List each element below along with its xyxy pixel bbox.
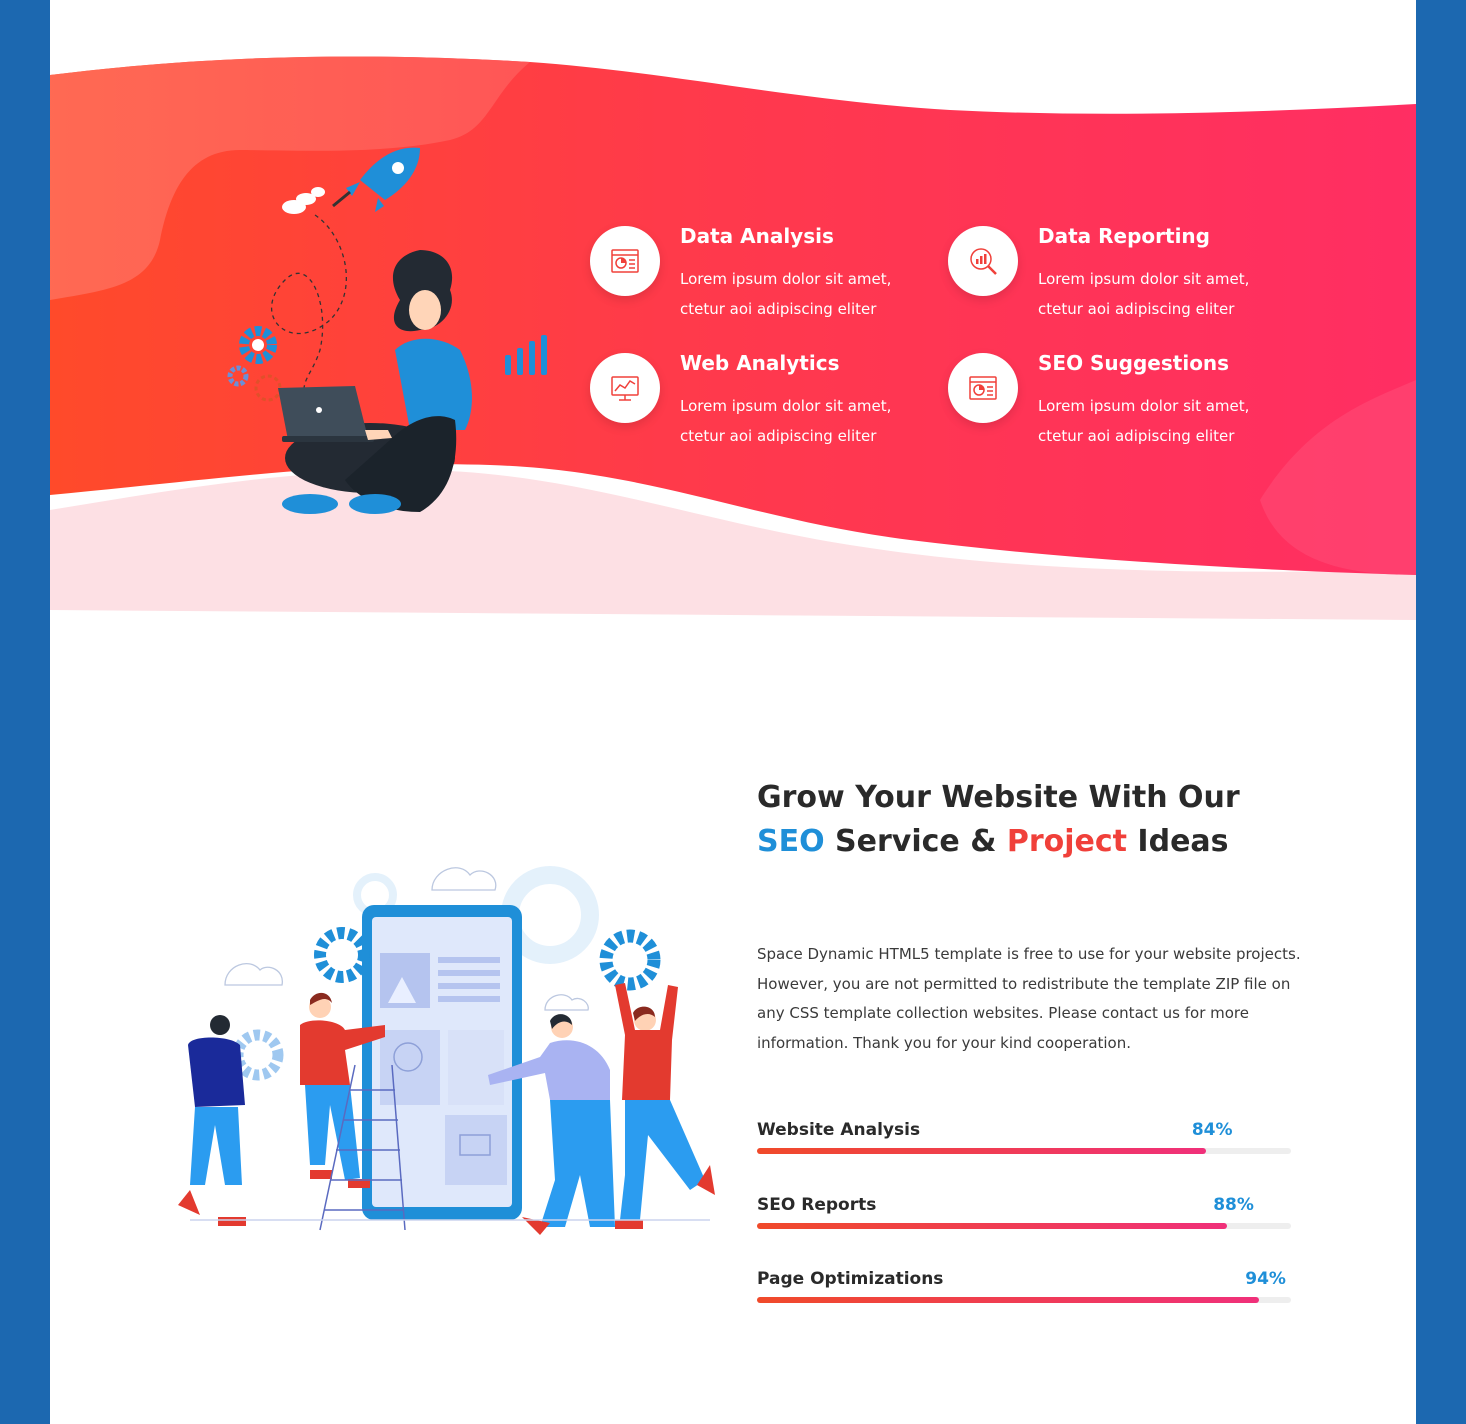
- bar-chart-icon: [505, 335, 547, 375]
- team-phone-illustration: [178, 866, 715, 1235]
- feature-icon-circle: [590, 226, 660, 296]
- feature-title: Web Analytics: [680, 351, 840, 375]
- gear-icon: [227, 326, 282, 402]
- page-content: Data Analysis Lorem ipsum dolor sit amet…: [50, 0, 1416, 1424]
- heading-seo-highlight: SEO: [757, 824, 825, 859]
- feature-title: Data Analysis: [680, 224, 834, 248]
- skill-percent: 84%: [1191, 1120, 1233, 1140]
- feature-data-reporting: Data Reporting Lorem ipsum dolor sit ame…: [948, 224, 1268, 336]
- progress-fill: [757, 1297, 1259, 1303]
- skill-website-analysis: Website Analysis 84%: [757, 1120, 1291, 1170]
- progress-track: [757, 1297, 1291, 1303]
- rocket-icon: [282, 147, 420, 214]
- feature-web-analytics: Web Analytics Lorem ipsum dolor sit amet…: [590, 351, 910, 463]
- skill-page-optimizations: Page Optimizations 94%: [757, 1269, 1291, 1319]
- feature-description: Lorem ipsum dolor sit amet, ctetur aoi a…: [680, 270, 892, 318]
- monitor-chart-icon: [611, 376, 639, 401]
- skill-seo-reports: SEO Reports 88%: [757, 1195, 1291, 1245]
- person-blue-shirt: [178, 1015, 246, 1226]
- heading-project-highlight: Project: [1006, 824, 1127, 859]
- feature-icon-circle: [948, 226, 1018, 296]
- skill-label: Page Optimizations: [757, 1269, 944, 1289]
- feature-description: Lorem ipsum dolor sit amet, ctetur aoi a…: [680, 397, 892, 445]
- woman-figure: [278, 250, 472, 514]
- about-paragraph: Space Dynamic HTML5 template is free to …: [757, 945, 1301, 1052]
- person-arms-raised: [615, 983, 715, 1229]
- chart-document-icon: [611, 249, 639, 273]
- magnifier-chart-icon: [970, 248, 997, 275]
- skill-label: SEO Reports: [757, 1195, 877, 1215]
- heading-text: Service &: [824, 824, 1007, 859]
- skill-label: Website Analysis: [757, 1120, 921, 1140]
- feature-data-analysis: Data Analysis Lorem ipsum dolor sit amet…: [590, 224, 910, 336]
- feature-description: Lorem ipsum dolor sit amet, ctetur aoi a…: [1038, 397, 1250, 445]
- progress-fill: [757, 1223, 1227, 1229]
- feature-icon-circle: [948, 353, 1018, 423]
- feature-icon-circle: [590, 353, 660, 423]
- skill-percent: 94%: [1245, 1269, 1286, 1289]
- feature-description: Lorem ipsum dolor sit amet, ctetur aoi a…: [1038, 270, 1250, 318]
- section-heading: Grow Your Website With Our SEO Service &…: [757, 776, 1317, 864]
- heading-text: Grow Your Website With Our: [757, 780, 1240, 815]
- person-laptop-illustration: [227, 147, 547, 514]
- progress-fill: [757, 1148, 1206, 1154]
- progress-track: [757, 1223, 1291, 1229]
- skill-percent: 88%: [1213, 1195, 1254, 1215]
- heading-text: Ideas: [1126, 824, 1229, 859]
- progress-track: [757, 1148, 1291, 1154]
- feature-title: Data Reporting: [1038, 224, 1210, 248]
- chart-document-icon: [969, 376, 997, 400]
- feature-title: SEO Suggestions: [1038, 351, 1230, 375]
- feature-seo-suggestions: SEO Suggestions Lorem ipsum dolor sit am…: [948, 351, 1268, 463]
